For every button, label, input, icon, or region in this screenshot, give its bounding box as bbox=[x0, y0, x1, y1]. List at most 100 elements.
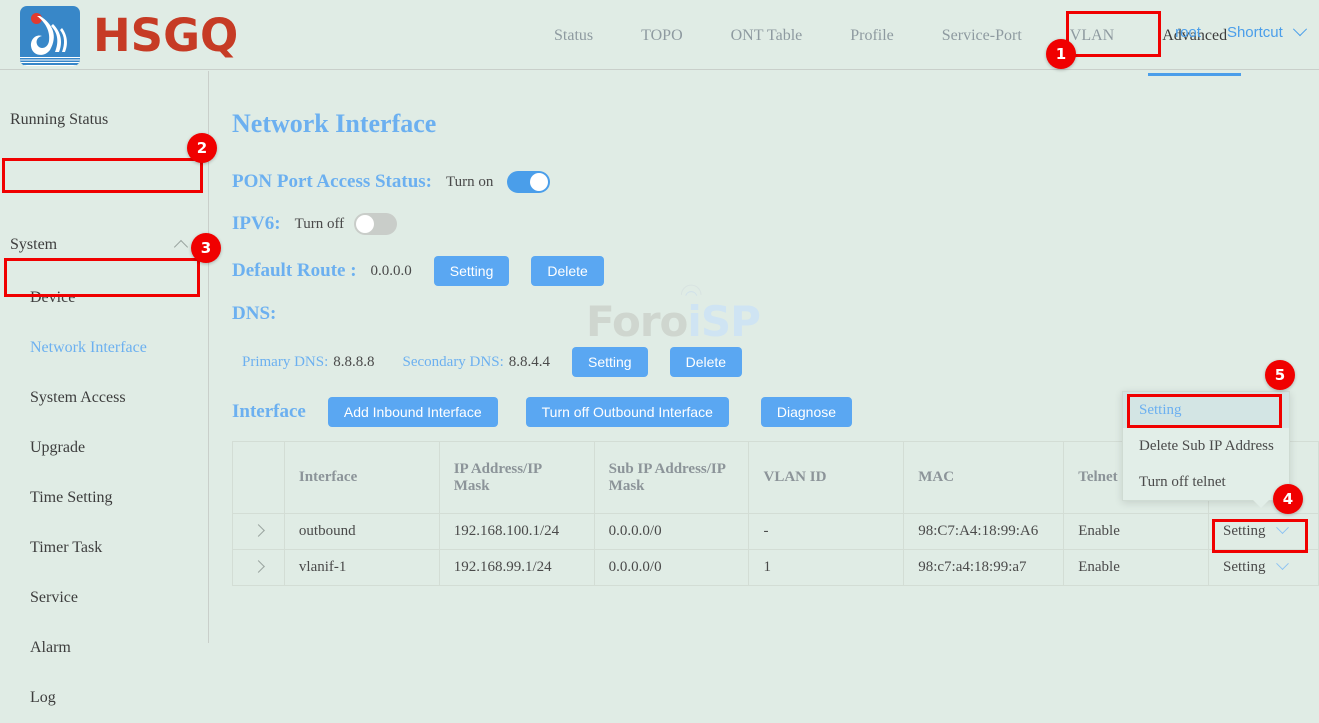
sidebar-item-time-setting[interactable]: Time Setting bbox=[0, 473, 208, 523]
row-setting-label: Setting bbox=[1223, 523, 1266, 539]
nav-item-topo[interactable]: TOPO bbox=[627, 20, 697, 52]
wifi-arcs-icon bbox=[670, 281, 732, 303]
chevron-down-icon bbox=[1276, 557, 1289, 570]
th-vlan-id: VLAN ID bbox=[749, 442, 904, 514]
cell-mac: 98:c7:a4:18:99:a7 bbox=[904, 550, 1064, 586]
sidebar-item-label: Network Interface bbox=[30, 339, 147, 357]
row-setting-dropdown-trigger[interactable]: Setting bbox=[1208, 514, 1318, 550]
th-interface: Interface bbox=[284, 442, 439, 514]
sidebar-item-network-interface[interactable]: Network Interface bbox=[0, 323, 208, 373]
sidebar-item-system[interactable]: System bbox=[0, 220, 208, 270]
ipv6-toggle[interactable] bbox=[354, 213, 397, 235]
cell-interface: vlanif-1 bbox=[284, 550, 439, 586]
sidebar-item-label: Timer Task bbox=[30, 539, 102, 557]
sidebar-item-label: Upgrade bbox=[30, 439, 85, 457]
logo-stripes bbox=[20, 57, 80, 66]
sidebar-item-running-status[interactable]: Running Status bbox=[0, 95, 208, 145]
sidebar-item-label: Alarm bbox=[30, 639, 71, 657]
cell-interface: outbound bbox=[284, 514, 439, 550]
watermark-part1: Foro bbox=[586, 297, 687, 346]
dns-delete-button[interactable]: Delete bbox=[670, 347, 742, 377]
dropdown-item-setting[interactable]: Setting bbox=[1123, 392, 1289, 428]
sidebar-item-log[interactable]: Log bbox=[0, 673, 208, 723]
ipv6-row: IPV6: Turn off bbox=[232, 213, 397, 235]
row-setting-dropdown-trigger[interactable]: Setting bbox=[1208, 550, 1318, 586]
pon-port-access-toggle[interactable] bbox=[507, 171, 550, 193]
cell-ip-mask: 192.168.99.1/24 bbox=[439, 550, 594, 586]
secondary-dns-value: 8.8.4.4 bbox=[509, 354, 550, 371]
add-inbound-interface-button[interactable]: Add Inbound Interface bbox=[328, 397, 498, 427]
watermark-foroisp: ForoiSP bbox=[586, 281, 776, 347]
diagnose-button[interactable]: Diagnose bbox=[761, 397, 852, 427]
cell-telnet-status: Enable bbox=[1064, 550, 1209, 586]
dns-row: Primary DNS: 8.8.8.8 Secondary DNS: 8.8.… bbox=[242, 347, 742, 377]
default-route-row: Default Route : 0.0.0.0 Setting Delete bbox=[232, 256, 604, 286]
watermark-text: ForoiSP bbox=[586, 299, 760, 345]
cell-vlan-id: - bbox=[749, 514, 904, 550]
row-expand-toggle[interactable] bbox=[233, 550, 285, 586]
main-content: Network Interface PON Port Access Status… bbox=[210, 71, 1319, 643]
chevron-right-icon bbox=[252, 524, 265, 537]
chevron-up-icon bbox=[174, 240, 188, 254]
chevron-down-icon bbox=[1276, 521, 1289, 534]
cell-telnet-status: Enable bbox=[1064, 514, 1209, 550]
chevron-down-icon bbox=[1293, 22, 1307, 36]
app-root: HSGQ Status TOPO ONT Table Profile Servi… bbox=[0, 0, 1319, 643]
app-header: HSGQ Status TOPO ONT Table Profile Servi… bbox=[0, 0, 1319, 70]
cell-sub-ip-mask: 0.0.0.0/0 bbox=[594, 514, 749, 550]
turn-off-outbound-interface-button[interactable]: Turn off Outbound Interface bbox=[526, 397, 729, 427]
nav-item-ont-table[interactable]: ONT Table bbox=[717, 20, 817, 52]
sidebar: Running Status System Device Network Int… bbox=[0, 71, 209, 643]
ipv6-label: IPV6: bbox=[232, 213, 281, 235]
sidebar-item-label: Service bbox=[30, 589, 78, 607]
th-mac: MAC bbox=[904, 442, 1064, 514]
chevron-right-icon bbox=[252, 560, 265, 573]
row-expand-toggle[interactable] bbox=[233, 514, 285, 550]
shortcut-label: Shortcut bbox=[1227, 24, 1283, 41]
interface-title: Interface bbox=[232, 401, 306, 423]
th-sub-ip-address-mask: Sub IP Address/IP Mask bbox=[594, 442, 749, 514]
sidebar-item-service[interactable]: Service bbox=[0, 573, 208, 623]
default-route-setting-button[interactable]: Setting bbox=[434, 256, 510, 286]
primary-dns-label: Primary DNS: bbox=[242, 354, 328, 371]
interface-toolbar: Interface Add Inbound Interface Turn off… bbox=[232, 397, 852, 427]
dropdown-item-delete-sub-ip-address[interactable]: Delete Sub IP Address bbox=[1123, 428, 1289, 464]
sidebar-item-label: Log bbox=[30, 689, 56, 707]
sidebar-item-upgrade[interactable]: Upgrade bbox=[0, 423, 208, 473]
sidebar-item-system-access[interactable]: System Access bbox=[0, 373, 208, 423]
sidebar-item-timer-task[interactable]: Timer Task bbox=[0, 523, 208, 573]
shortcut-menu[interactable]: Shortcut bbox=[1227, 24, 1305, 41]
secondary-dns-label: Secondary DNS: bbox=[403, 354, 504, 371]
sidebar-item-alarm[interactable]: Alarm bbox=[0, 623, 208, 673]
user-name[interactable]: root bbox=[1175, 24, 1201, 41]
dropdown-item-turn-off-telnet[interactable]: Turn off telnet bbox=[1123, 464, 1289, 500]
header-user-area: root Shortcut bbox=[1175, 24, 1305, 41]
pon-port-access-row: PON Port Access Status: Turn on bbox=[232, 171, 550, 193]
nav-item-service-port[interactable]: Service-Port bbox=[928, 20, 1036, 52]
cell-sub-ip-mask: 0.0.0.0/0 bbox=[594, 550, 749, 586]
brand-name: HSGQ bbox=[93, 11, 238, 61]
main-nav: Status TOPO ONT Table Profile Service-Po… bbox=[540, 20, 1241, 70]
watermark-part2: iSP bbox=[687, 297, 759, 346]
nav-item-status[interactable]: Status bbox=[540, 20, 607, 52]
table-body: outbound 192.168.100.1/24 0.0.0.0/0 - 98… bbox=[233, 514, 1319, 586]
sidebar-item-label: Time Setting bbox=[30, 489, 113, 507]
dns-setting-button[interactable]: Setting bbox=[572, 347, 648, 377]
sidebar-item-label: System Access bbox=[30, 389, 126, 407]
nav-item-profile[interactable]: Profile bbox=[836, 20, 908, 52]
ipv6-state-text: Turn off bbox=[295, 216, 345, 233]
pon-port-access-state-text: Turn on bbox=[446, 174, 493, 191]
default-route-delete-button[interactable]: Delete bbox=[531, 256, 603, 286]
cell-vlan-id: 1 bbox=[749, 550, 904, 586]
dns-title: DNS: bbox=[232, 303, 276, 325]
sidebar-item-label: System bbox=[10, 236, 57, 254]
row-actions-dropdown: Setting Delete Sub IP Address Turn off t… bbox=[1122, 391, 1290, 501]
page-title: Network Interface bbox=[232, 109, 436, 139]
brand-logo[interactable]: HSGQ bbox=[20, 6, 238, 66]
sidebar-item-device[interactable]: Device bbox=[0, 273, 208, 323]
sidebar-item-label: Device bbox=[30, 289, 75, 307]
toggle-knob bbox=[356, 215, 374, 233]
cell-ip-mask: 192.168.100.1/24 bbox=[439, 514, 594, 550]
nav-item-vlan[interactable]: VLAN bbox=[1056, 20, 1128, 52]
cell-mac: 98:C7:A4:18:99:A6 bbox=[904, 514, 1064, 550]
